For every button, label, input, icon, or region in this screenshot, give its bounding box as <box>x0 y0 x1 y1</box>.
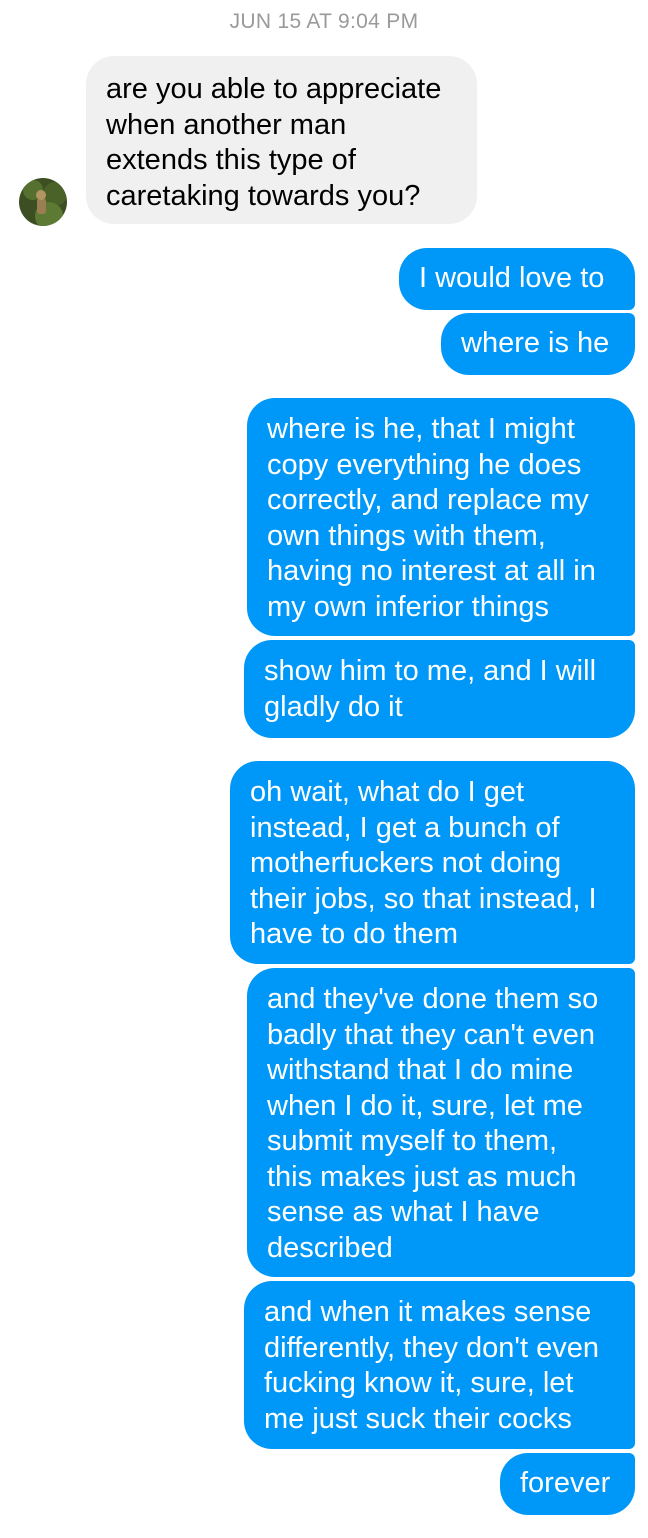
contact-avatar[interactable] <box>19 178 67 226</box>
message-bubble-outgoing[interactable]: where is he <box>441 313 635 375</box>
message-bubble-outgoing[interactable]: show him to me, and I will gladly do it <box>244 640 635 738</box>
conversation-timestamp: JUN 15 AT 9:04 PM <box>229 10 419 33</box>
message-bubble-outgoing[interactable]: forever <box>500 1453 635 1515</box>
message-bubble-outgoing[interactable]: oh wait, what do I get instead, I get a … <box>230 761 635 964</box>
message-bubble-outgoing[interactable]: I would love to <box>399 248 635 310</box>
message-bubble-outgoing[interactable]: and when it makes sense differently, the… <box>244 1281 635 1449</box>
message-bubble-outgoing[interactable]: and they've done them so badly that they… <box>247 968 635 1277</box>
message-bubble-outgoing[interactable]: where is he, that I might copy everythin… <box>247 398 635 636</box>
message-bubble-incoming[interactable]: are you able to appreciate when another … <box>86 56 477 224</box>
